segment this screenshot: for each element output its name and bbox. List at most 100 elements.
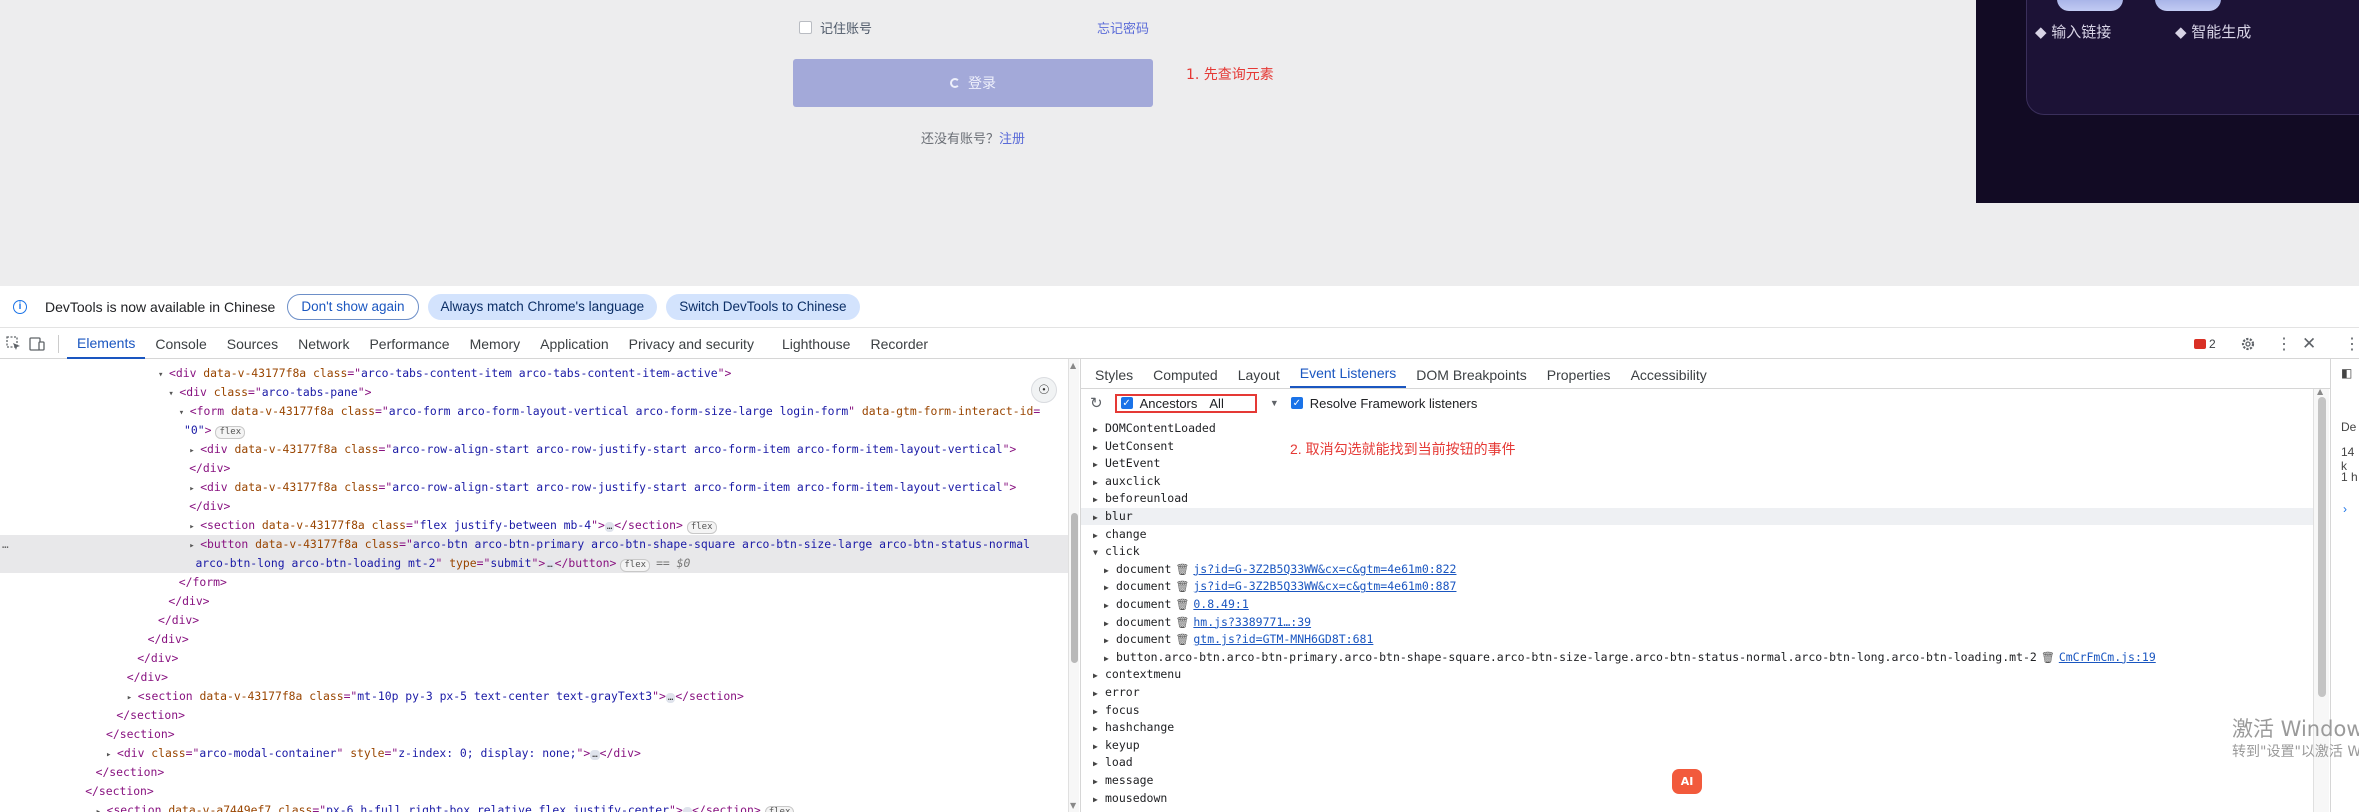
match-language-button[interactable]: Always match Chrome's language bbox=[427, 293, 658, 320]
resolve-framework-checkbox[interactable]: ✓ bbox=[1290, 397, 1303, 409]
event-type-row[interactable]: ▶ DOMContentLoaded bbox=[1081, 420, 2321, 437]
collapsed-content-ellipsis[interactable]: … bbox=[604, 522, 615, 532]
dom-tree-node[interactable]: ▸ <div class="arco-modal-container" style… bbox=[0, 744, 1068, 763]
expand-triangle-icon[interactable]: ▶ bbox=[1104, 615, 1116, 632]
close-devtools-icon[interactable]: ✕ bbox=[2302, 329, 2316, 359]
dom-tree-node[interactable]: </div> bbox=[0, 630, 1068, 649]
delete-listener-icon[interactable]: 🗑 bbox=[1175, 580, 1189, 593]
dom-tree-node[interactable]: </form> bbox=[0, 573, 1068, 592]
tab-recorder[interactable]: Recorder bbox=[860, 329, 938, 359]
ai-assistant-icon[interactable]: AI bbox=[1672, 769, 1702, 794]
event-type-row[interactable]: ▶ mousedown bbox=[1081, 790, 2321, 807]
expand-triangle-icon[interactable]: ▶ bbox=[1093, 738, 1105, 755]
event-type-row[interactable]: ▶ UetConsent bbox=[1081, 438, 2321, 455]
error-badge[interactable]: 2 bbox=[2194, 337, 2216, 351]
node-actions-ellipsis[interactable]: … bbox=[2, 535, 9, 554]
delete-listener-icon[interactable]: 🗑 bbox=[2041, 651, 2055, 664]
expand-triangle-icon[interactable]: ▶ bbox=[1104, 650, 1116, 667]
expand-triangle-icon[interactable]: ▶ bbox=[1093, 791, 1105, 808]
expand-triangle-icon[interactable]: ▶ bbox=[1104, 579, 1116, 596]
listener-row[interactable]: ▶ document 🗑 hm.js?3389771…:39 bbox=[1081, 614, 2321, 631]
remember-account-checkbox[interactable]: 记住账号 bbox=[799, 18, 872, 37]
dom-tree-node[interactable]: ▸ <section data-v-43177f8a class="flex ju… bbox=[0, 516, 1068, 535]
dom-tree-node[interactable]: ▸ <section data-v-43177f8a class="mt-10p … bbox=[0, 687, 1068, 706]
collapse-triangle-icon[interactable]: ▼ bbox=[1093, 544, 1105, 561]
event-type-row[interactable]: ▶ change bbox=[1081, 526, 2321, 543]
event-type-row[interactable]: ▶ error bbox=[1081, 684, 2321, 701]
expand-triangle-icon[interactable]: ▶ bbox=[1093, 421, 1105, 438]
dom-tree-node[interactable]: </div> bbox=[0, 649, 1068, 668]
settings-gear-button[interactable] bbox=[2240, 329, 2256, 359]
dom-tree-node[interactable]: </section> bbox=[0, 706, 1068, 725]
listener-source-link[interactable]: gtm.js?id=GTM-MNH6GD8T:681 bbox=[1193, 632, 1373, 646]
dom-tree-node[interactable]: </section> bbox=[0, 782, 1068, 801]
scroll-up-arrow-icon[interactable]: ▲ bbox=[1070, 361, 1076, 370]
tab-privacy-security[interactable]: Privacy and security bbox=[619, 329, 764, 359]
expand-triangle-icon[interactable]: ▶ bbox=[1104, 597, 1116, 614]
expand-triangle-icon[interactable]: ▶ bbox=[1093, 667, 1105, 684]
subtab-properties[interactable]: Properties bbox=[1537, 359, 1621, 388]
dom-tree-node[interactable]: </section> bbox=[0, 763, 1068, 782]
listener-source-link[interactable]: js?id=G-3Z2B5Q33WW&cx=c&gtm=4e61m0:822 bbox=[1193, 562, 1456, 576]
delete-listener-icon[interactable]: 🗑 bbox=[1175, 598, 1189, 611]
listener-source-link[interactable]: hm.js?3389771…:39 bbox=[1193, 615, 1311, 629]
dom-tree-node[interactable]: ▾ <div data-v-43177f8a class="arco-tabs-c… bbox=[0, 364, 1068, 383]
listener-row[interactable]: ▶ document 🗑 js?id=G-3Z2B5Q33WW&cx=c&gtm=4e… bbox=[1081, 578, 2321, 595]
event-type-row[interactable]: ▶ contextmenu bbox=[1081, 666, 2321, 683]
dom-tree-node[interactable]: ▸ <button data-v-43177f8a class="arco-btn… bbox=[0, 535, 1068, 554]
dom-tree-node[interactable]: ▸ <section data-v-a7449ef7 class="px-6 h-… bbox=[0, 801, 1068, 812]
expand-triangle-icon[interactable]: ▶ bbox=[1093, 755, 1105, 772]
event-type-row[interactable]: ▶ load bbox=[1081, 754, 2321, 771]
device-toolbar-icon[interactable] bbox=[26, 333, 48, 355]
event-type-row[interactable]: ▶ auxclick bbox=[1081, 473, 2321, 490]
collapsed-content-ellipsis[interactable]: … bbox=[545, 560, 555, 570]
expand-triangle-icon[interactable]: ▶ bbox=[1093, 527, 1105, 544]
forgot-password-link[interactable]: 忘记密码 bbox=[1097, 18, 1149, 37]
secondary-more-icon[interactable]: ⋮ bbox=[2344, 329, 2359, 359]
elements-scrollbar[interactable]: ▲ ▼ bbox=[1068, 359, 1079, 812]
dom-tree-node[interactable]: </section> bbox=[0, 725, 1068, 744]
dom-tree-node[interactable]: arco-btn-long arco-btn-loading mt-2" typ… bbox=[0, 554, 1068, 573]
panel-toggle-icon[interactable]: ◧ bbox=[2341, 366, 2352, 380]
more-options-icon[interactable]: ⋮ bbox=[2276, 329, 2292, 359]
listener-source-link[interactable]: CmCrFmCm.js:19 bbox=[2059, 650, 2156, 664]
event-type-row[interactable]: ▶ hashchange bbox=[1081, 719, 2321, 736]
subtab-layout[interactable]: Layout bbox=[1228, 359, 1290, 388]
dont-show-again-button[interactable]: Don't show again bbox=[287, 293, 419, 320]
collapsed-content-ellipsis[interactable]: … bbox=[665, 693, 676, 703]
tab-sources[interactable]: Sources bbox=[217, 329, 288, 359]
error-counter[interactable]: 2 bbox=[2194, 329, 2216, 359]
delete-listener-icon[interactable]: 🗑 bbox=[1175, 633, 1189, 646]
dom-tree-node[interactable]: ▸ <div data-v-43177f8a class="arco-row-al… bbox=[0, 440, 1068, 459]
listener-row[interactable]: ▶ document 🗑 js?id=G-3Z2B5Q33WW&cx=c&gtm=4e… bbox=[1081, 561, 2321, 578]
delete-listener-icon[interactable]: 🗑 bbox=[1175, 616, 1189, 629]
flex-badge[interactable]: flex bbox=[764, 806, 795, 812]
flex-badge[interactable]: flex bbox=[215, 426, 246, 439]
tab-application[interactable]: Application bbox=[530, 329, 619, 359]
expand-triangle-icon[interactable]: ▶ bbox=[1093, 685, 1105, 702]
expand-triangle-icon[interactable]: ▶ bbox=[1093, 439, 1105, 456]
checkbox-box[interactable] bbox=[799, 21, 812, 34]
expand-triangle-icon[interactable]: ▶ bbox=[1093, 773, 1105, 790]
switch-to-chinese-button[interactable]: Switch DevTools to Chinese bbox=[666, 293, 860, 320]
collapsed-content-ellipsis[interactable]: … bbox=[590, 750, 600, 760]
flex-badge[interactable]: flex bbox=[686, 521, 717, 534]
dom-tree-node[interactable]: ▸ <div data-v-43177f8a class="arco-row-al… bbox=[0, 478, 1068, 497]
expand-triangle-icon[interactable]: ▶ bbox=[1093, 456, 1105, 473]
event-type-row[interactable]: ▶ focus bbox=[1081, 702, 2321, 719]
dom-tree-node[interactable]: ▾ <div class="arco-tabs-pane"> bbox=[0, 383, 1068, 402]
accessibility-tree-toggle-icon[interactable]: ☉ bbox=[1031, 377, 1057, 403]
scroll-down-arrow-icon[interactable]: ▼ bbox=[1070, 801, 1076, 810]
chevron-down-icon[interactable]: ▼ bbox=[1270, 398, 1279, 408]
dom-tree-node[interactable]: </div> bbox=[0, 497, 1068, 516]
delete-listener-icon[interactable]: 🗑 bbox=[1175, 563, 1189, 576]
elements-scroll-thumb[interactable] bbox=[1071, 513, 1078, 663]
expand-triangle-icon[interactable]: ▶ bbox=[1104, 632, 1116, 649]
dom-tree-node[interactable]: </div> bbox=[0, 592, 1068, 611]
event-type-row[interactable]: ▶ UetEvent bbox=[1081, 455, 2321, 472]
expand-triangle-icon[interactable]: ▶ bbox=[1093, 474, 1105, 491]
expand-triangle-icon[interactable]: ▶ bbox=[1093, 703, 1105, 720]
tab-elements[interactable]: Elements bbox=[67, 329, 146, 359]
tab-memory[interactable]: Memory bbox=[460, 329, 531, 359]
listener-source-link[interactable]: js?id=G-3Z2B5Q33WW&cx=c&gtm=4e61m0:887 bbox=[1193, 579, 1456, 593]
